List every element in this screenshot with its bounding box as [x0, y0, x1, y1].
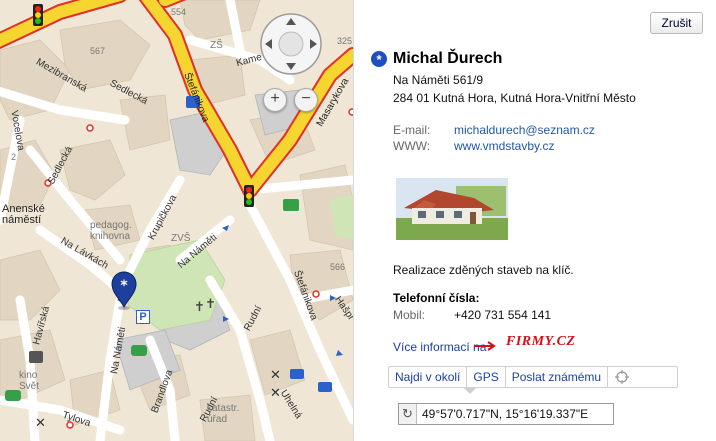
church-icon: ✝	[194, 299, 205, 314]
gps-button[interactable]: GPS	[467, 367, 506, 387]
zoom-out-button[interactable]: −	[294, 88, 318, 112]
house-number: 567	[90, 46, 106, 56]
email-link[interactable]: michaldurech@seznam.cz	[454, 123, 595, 137]
address-line-2: 284 01 Kutná Hora, Kutná Hora-Vnitřní Mě…	[393, 91, 636, 105]
map-view[interactable]: ✕ ✕ ✕ ✝ ✝ P Mezibranská Sedlecká Sedleck…	[0, 0, 353, 441]
house-number: 2	[11, 152, 17, 162]
send-to-friend-button[interactable]: Poslat známému	[506, 367, 609, 387]
cinema-icon	[29, 351, 43, 363]
poi-label: katastr. úřad	[207, 403, 240, 425]
action-bar: Najdi v okolí GPS Poslat známému	[388, 366, 678, 388]
house-number: 566	[330, 262, 346, 272]
car-icon	[131, 345, 147, 356]
find-nearby-button[interactable]: Najdi v okolí	[389, 367, 468, 387]
pan-control[interactable]	[259, 12, 323, 76]
svg-text:*: *	[120, 278, 128, 294]
coordinate-format-toggle[interactable]: ↻	[399, 404, 417, 424]
church-icon: ✝	[205, 296, 216, 311]
traffic-light-icon	[33, 4, 43, 26]
poi-label: ZVŠ	[171, 233, 191, 244]
location-pin-icon[interactable]: *	[110, 271, 138, 311]
firmy-logo[interactable]: FIRMY.CZ	[506, 334, 575, 350]
house-number: 554	[171, 7, 187, 17]
mobile-number: +420 731 554 141	[454, 308, 552, 322]
star-icon: *	[371, 51, 387, 67]
cancel-button[interactable]: Zrušit	[650, 12, 703, 34]
company-name: Michal Ďurech	[393, 50, 503, 67]
parking-icon: P	[136, 310, 150, 324]
www-label: WWW:	[393, 139, 431, 153]
mobile-label: Mobil:	[393, 308, 426, 322]
coordinates-field[interactable]: ↻ 49°57'0.717"N, 15°16'19.337"E	[398, 403, 614, 425]
restaurant-icon: ✕	[35, 415, 46, 430]
bed-icon	[290, 369, 304, 379]
gas-station-icon	[283, 199, 299, 211]
traffic-light-icon	[244, 185, 254, 207]
zoom-in-button[interactable]: +	[263, 88, 287, 112]
more-info-link[interactable]: Více informací na	[393, 340, 486, 354]
crosshair-icon[interactable]	[608, 367, 636, 387]
poi-label: pedagog. knihovna	[90, 220, 132, 242]
coordinates-value[interactable]: 49°57'0.717"N, 15°16'19.337"E	[422, 407, 588, 421]
restaurant-icon: ✕	[270, 367, 281, 382]
arrow-icon	[474, 341, 496, 351]
info-panel: Zrušit * Michal Ďurech Na Náměti 561/9 2…	[353, 0, 716, 441]
square-label: Anenské náměstí	[2, 203, 45, 226]
address-line-1: Na Náměti 561/9	[393, 73, 484, 87]
phones-heading: Telefonní čísla:	[393, 291, 480, 305]
action-bar-pointer	[464, 388, 476, 394]
company-photo[interactable]	[396, 178, 508, 240]
bed-icon	[318, 382, 332, 392]
poi-label: kino Svět	[19, 370, 40, 392]
poi-label: ZŠ	[210, 40, 223, 51]
house-number: 325	[337, 36, 353, 46]
website-link[interactable]: www.vmdstavby.cz	[454, 139, 554, 153]
company-description: Realizace zděných staveb na klíč.	[393, 263, 574, 277]
email-label: E-mail:	[393, 123, 431, 137]
